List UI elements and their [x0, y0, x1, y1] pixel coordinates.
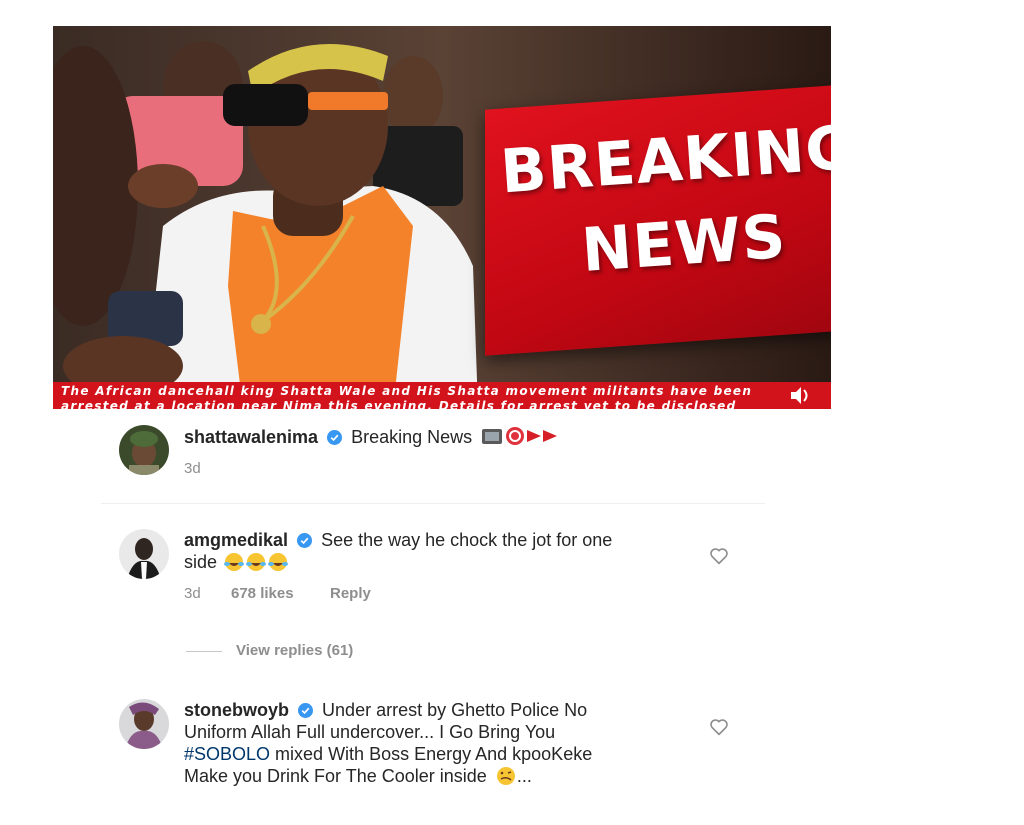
comment-text-line-3: mixed With Boss Energy And kpooKeke: [270, 744, 593, 764]
television-emoji: [482, 429, 503, 444]
ticker-line-2: arrested at a location near Nima this ev…: [61, 399, 737, 409]
post-username[interactable]: shattawalenima: [184, 427, 318, 447]
red-triangle-emoji: [527, 430, 542, 442]
post-image[interactable]: BREAKING NEWS The African dancehall king…: [53, 26, 831, 409]
comment-text-line-4: Make you Drink For The Cooler inside: [184, 766, 487, 786]
verified-badge-icon: [298, 703, 314, 718]
news-ticker: The African dancehall king Shatta Wale a…: [53, 382, 831, 409]
woozy-face-emoji: [496, 767, 515, 785]
ticker-line-1: The African dancehall king Shatta Wale a…: [61, 384, 753, 398]
sticker-13-emoji: [506, 427, 525, 445]
comment-stonebwoyb: stonebwoyb Under arrest by Ghetto Police…: [184, 699, 704, 787]
reply-button[interactable]: Reply: [330, 585, 371, 602]
breaking-news-text: BREAKING NEWS: [480, 105, 831, 300]
avatar-image: [119, 529, 169, 579]
post-time[interactable]: 3d: [184, 460, 201, 477]
comment-text-line-1: See the way he chock the jot for one: [321, 530, 613, 550]
verified-badge-icon: [297, 533, 313, 548]
avatar-shattawalenima[interactable]: [119, 425, 169, 475]
verified-badge-icon: [327, 430, 343, 445]
speaker-icon: [787, 382, 813, 409]
laughing-emojis: [224, 553, 289, 571]
post-caption: shattawalenima Breaking News: [184, 426, 559, 448]
avatar-image: [119, 699, 169, 749]
comment-likes[interactable]: 678 likes: [231, 585, 294, 602]
caption-text: Breaking News: [351, 427, 473, 447]
comment-text-line-2: side: [184, 552, 218, 572]
view-replies-dash: [186, 650, 222, 652]
comment-username[interactable]: stonebwoyb: [184, 700, 289, 720]
comment-amgmedikal: amgmedikal See the way he chock the jot …: [184, 529, 684, 573]
comment-ellipsis: ...: [516, 766, 532, 786]
divider: [101, 503, 765, 504]
view-replies-button[interactable]: View replies (61): [186, 642, 353, 659]
avatar-stonebwoyb[interactable]: [119, 699, 169, 749]
avatar-image: [119, 425, 169, 475]
laughing-tears-emoji: [246, 553, 267, 571]
hashtag-link[interactable]: #SOBOLO: [184, 744, 270, 764]
caption-emojis: [482, 427, 558, 445]
like-heart-icon[interactable]: [709, 718, 729, 736]
comment-text-line-1: Under arrest by Ghetto Police No: [322, 700, 588, 720]
like-heart-icon[interactable]: [709, 547, 729, 565]
laughing-tears-emoji: [268, 553, 289, 571]
avatar-amgmedikal[interactable]: [119, 529, 169, 579]
laughing-tears-emoji: [224, 553, 245, 571]
comment-username[interactable]: amgmedikal: [184, 530, 288, 550]
comment-text-line-2: Uniform Allah Full undercover... I Go Br…: [184, 722, 556, 742]
red-triangle-emoji: [543, 430, 558, 442]
comment-time[interactable]: 3d: [184, 585, 201, 602]
